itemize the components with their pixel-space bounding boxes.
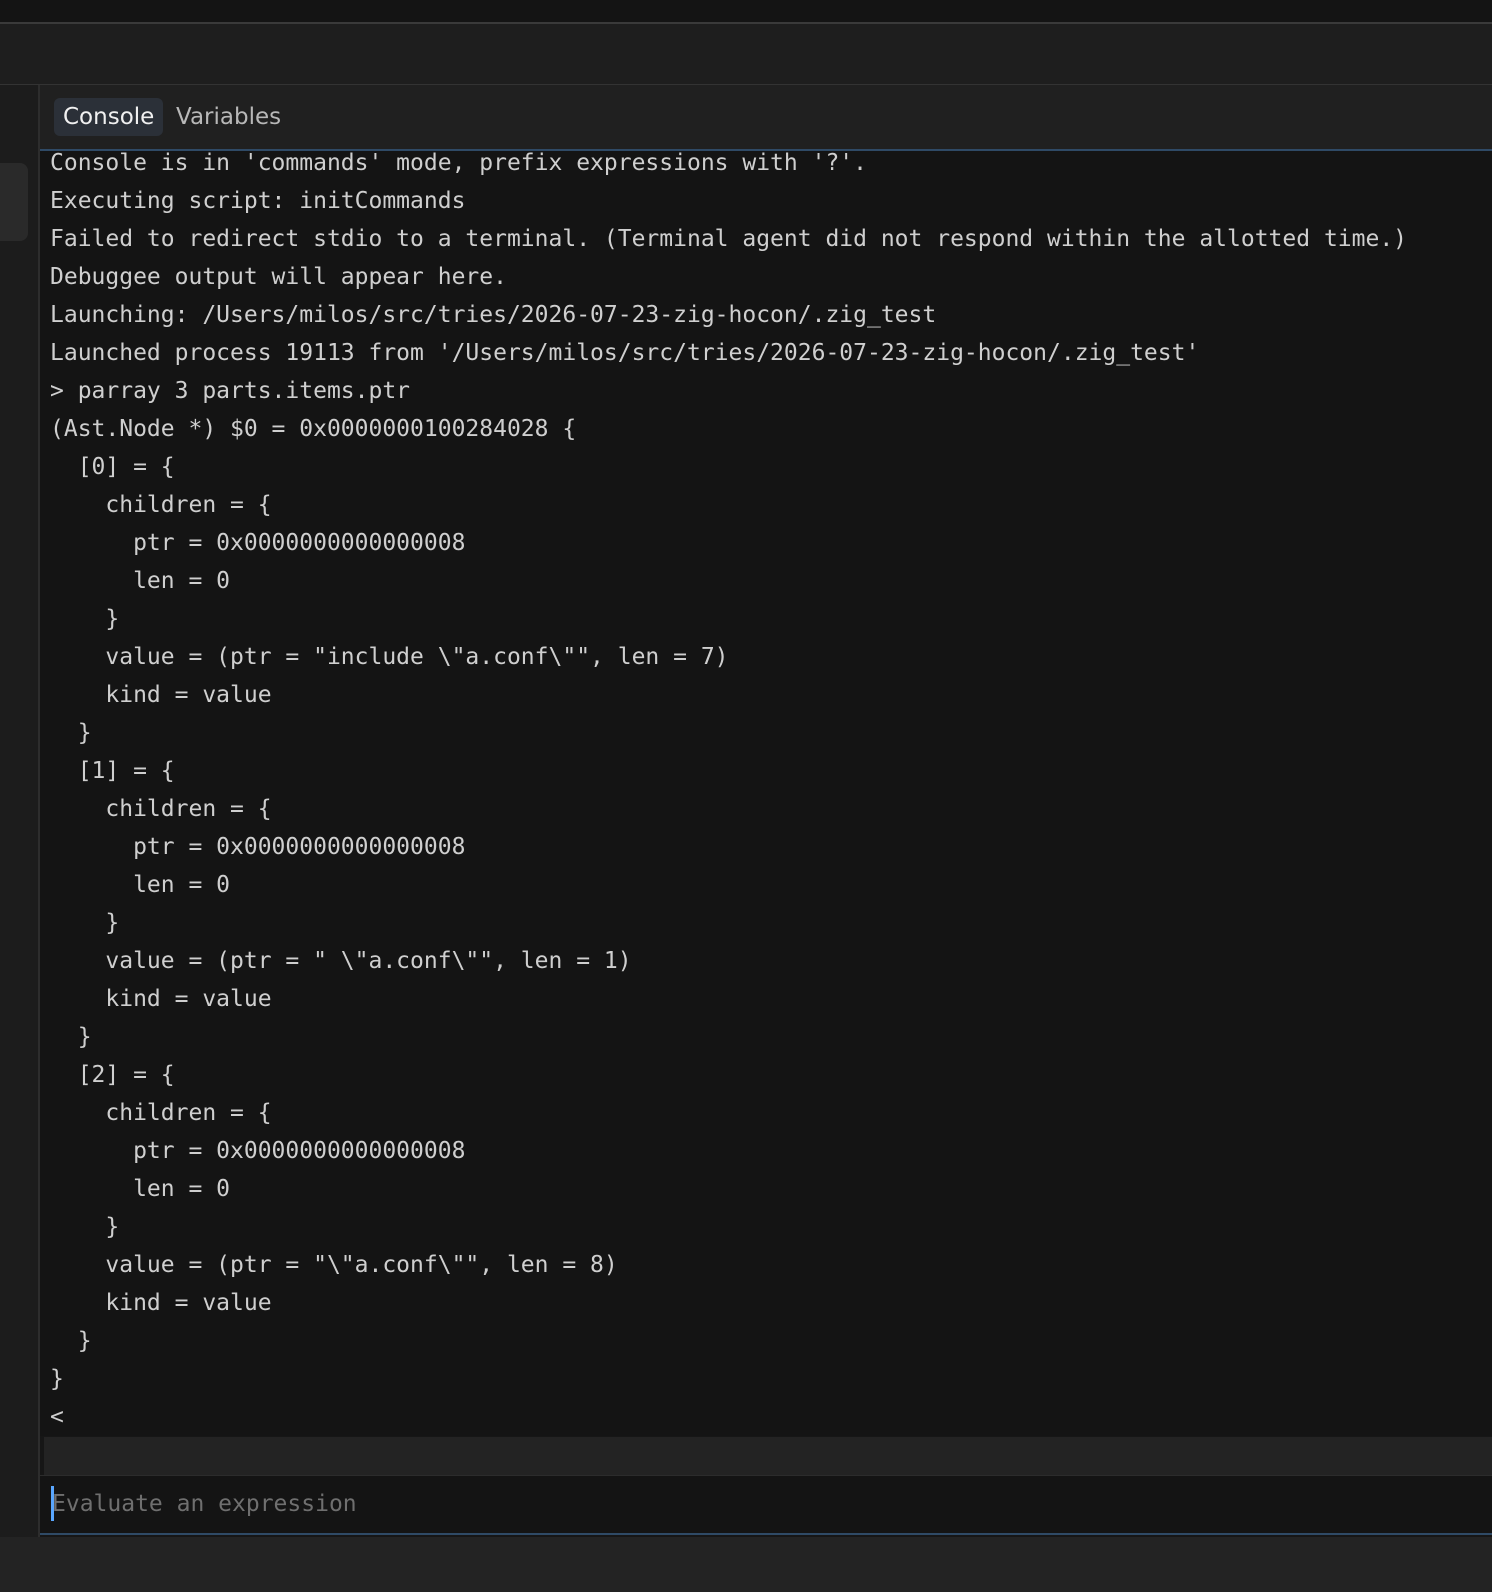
console-line: Debuggee output will appear here. bbox=[50, 264, 507, 290]
console-line: kind = value bbox=[50, 1290, 272, 1316]
console-line: [2] = { bbox=[50, 1062, 175, 1088]
expression-input-area[interactable] bbox=[40, 1475, 1492, 1535]
console-line: ptr = 0x0000000000000008 bbox=[50, 530, 466, 556]
console-line: [1] = { bbox=[50, 758, 175, 784]
tab-variables[interactable]: Variables bbox=[167, 98, 290, 136]
console-line: } bbox=[50, 1366, 64, 1392]
gutter-drag-handle[interactable] bbox=[0, 163, 28, 241]
title-bar bbox=[0, 0, 1492, 24]
console-line: len = 0 bbox=[50, 872, 231, 898]
left-gutter bbox=[0, 85, 40, 1537]
console-line: } bbox=[50, 720, 92, 746]
console-line: [0] = { bbox=[50, 454, 175, 480]
status-footer bbox=[0, 1537, 1492, 1592]
console-line: } bbox=[50, 1024, 92, 1050]
console-line: children = { bbox=[50, 796, 272, 822]
console-line: } bbox=[50, 1214, 120, 1240]
tab-console[interactable]: Console bbox=[54, 98, 164, 136]
console-line: value = (ptr = " \"a.conf\"", len = 1) bbox=[50, 948, 632, 974]
console-line: children = { bbox=[50, 1100, 272, 1126]
console-divider-strip bbox=[44, 1437, 1492, 1475]
console-line: len = 0 bbox=[50, 568, 231, 594]
console-line: } bbox=[50, 606, 120, 632]
console-line: Launching: /Users/milos/src/tries/2026-0… bbox=[50, 302, 937, 328]
console-output[interactable]: Console is in 'commands' mode, prefix ex… bbox=[40, 151, 1492, 1436]
console-line: kind = value bbox=[50, 682, 272, 708]
console-line: (Ast.Node *) $0 = 0x0000000100284028 { bbox=[50, 416, 577, 442]
console-line: Failed to redirect stdio to a terminal. … bbox=[50, 226, 1408, 252]
console-line: value = (ptr = "include \"a.conf\"", len… bbox=[50, 644, 729, 670]
console-line: ptr = 0x0000000000000008 bbox=[50, 1138, 466, 1164]
console-line: } bbox=[50, 910, 120, 936]
console-lines: Console is in 'commands' mode, prefix ex… bbox=[50, 151, 1407, 1436]
console-line: } bbox=[50, 1328, 92, 1354]
console-line: > parray 3 parts.items.ptr bbox=[50, 378, 411, 404]
console-line: len = 0 bbox=[50, 1176, 231, 1202]
console-line: < bbox=[50, 1404, 64, 1430]
console-line: Launched process 19113 from '/Users/milo… bbox=[50, 340, 1200, 366]
toolbar-area bbox=[0, 24, 1492, 85]
evaluate-expression-input[interactable] bbox=[52, 1484, 1472, 1524]
console-line: kind = value bbox=[50, 986, 272, 1012]
console-line: Console is in 'commands' mode, prefix ex… bbox=[50, 151, 867, 176]
console-line: children = { bbox=[50, 492, 272, 518]
debug-window: Console Variables Console is in 'command… bbox=[0, 0, 1492, 1592]
debug-panel-tabs: Console Variables bbox=[40, 85, 1492, 151]
console-line: Executing script: initCommands bbox=[50, 188, 466, 214]
console-line: ptr = 0x0000000000000008 bbox=[50, 834, 466, 860]
console-line: value = (ptr = "\"a.conf\"", len = 8) bbox=[50, 1252, 618, 1278]
